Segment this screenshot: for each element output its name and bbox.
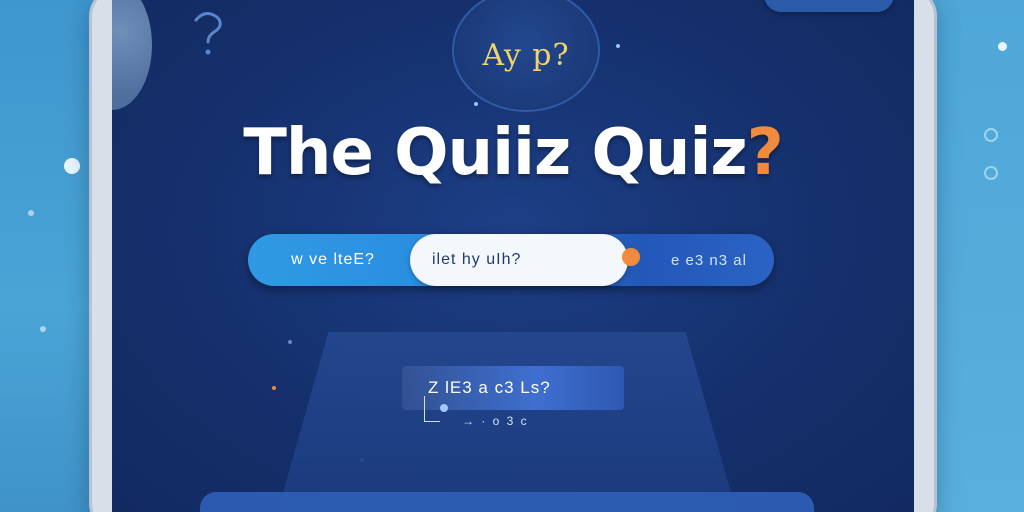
top-right-pill[interactable]	[764, 0, 894, 12]
bottom-action-bar[interactable]	[200, 492, 814, 512]
decor-dot	[998, 42, 1007, 51]
decor-dot	[28, 210, 34, 216]
app-screen: Ay p? The Quiiz Quiz? w ve lteE? ilet hy…	[112, 0, 914, 512]
decor-dot	[64, 158, 80, 174]
right-background-panel	[932, 0, 1024, 512]
question-subtext: → · o 3 c	[462, 414, 529, 428]
card-bracket-line	[424, 396, 440, 422]
left-background-panel	[0, 0, 92, 512]
title-question-mark: ?	[746, 116, 784, 190]
logo-text: Ay p?	[482, 37, 570, 73]
quiz-logo-icon: Ay p?	[452, 0, 600, 112]
mode-option-right[interactable]: e e3 n3 al	[644, 234, 774, 286]
title-text: The Quiiz Quiz	[243, 116, 747, 190]
decor-ring	[984, 128, 998, 142]
corner-bubble	[112, 0, 152, 110]
sparkle-star	[616, 44, 620, 48]
selector-indicator-dot	[622, 248, 640, 266]
question-mark-icon	[194, 12, 222, 55]
mode-selector: w ve lteE? ilet hy uIh? e e3 n3 al	[248, 234, 774, 286]
decor-ring	[984, 166, 998, 180]
sparkle-star	[288, 340, 292, 344]
mode-option-left[interactable]: w ve lteE?	[248, 234, 418, 286]
sparkle-star	[272, 386, 276, 390]
decor-dot	[40, 326, 46, 332]
sparkle-star	[474, 102, 478, 106]
mode-option-selected[interactable]: ilet hy uIh?	[410, 234, 628, 286]
page-title: The Quiiz Quiz?	[112, 116, 914, 190]
card-knob	[440, 404, 448, 412]
